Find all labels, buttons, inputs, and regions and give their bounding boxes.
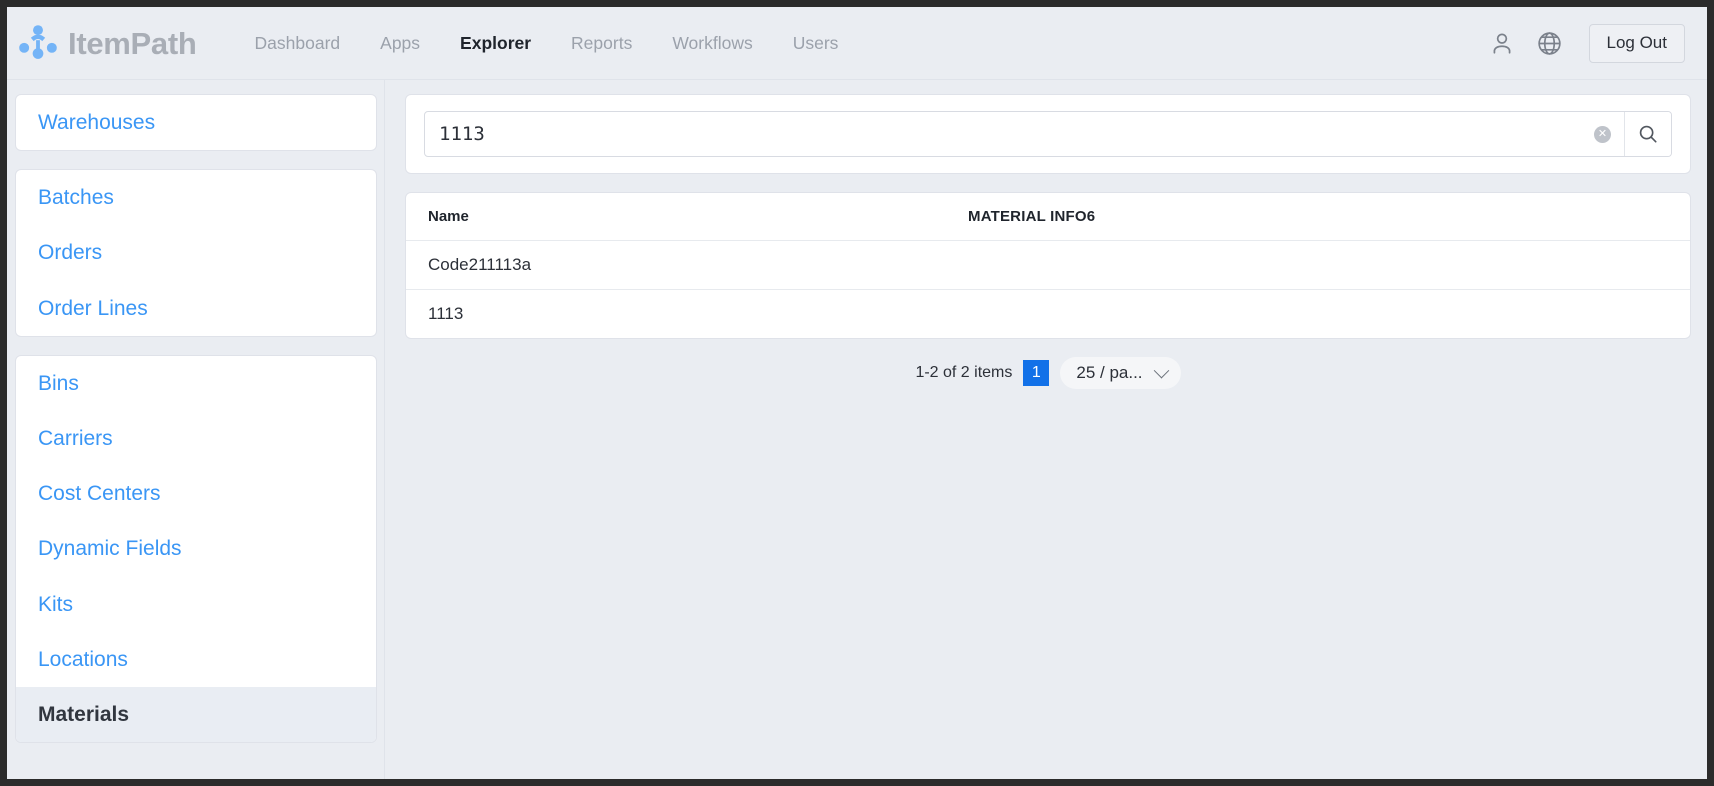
sidebar-group-entities: Bins Carriers Cost Centers Dynamic Field… bbox=[15, 354, 377, 744]
nav-item-users[interactable]: Users bbox=[773, 27, 859, 60]
sidebar-item-dynamic-fields[interactable]: Dynamic Fields bbox=[16, 521, 376, 576]
sidebar-item-order-lines[interactable]: Order Lines bbox=[16, 281, 376, 336]
nav-item-explorer[interactable]: Explorer bbox=[440, 27, 551, 60]
search-row: ✕ bbox=[424, 111, 1672, 157]
user-icon[interactable] bbox=[1487, 28, 1517, 58]
table-head: Name MATERIAL INFO6 bbox=[406, 193, 1690, 241]
app-header: ItemPath Dashboard Apps Explorer Reports… bbox=[7, 7, 1707, 80]
sidebar-item-batches[interactable]: Batches bbox=[16, 170, 376, 225]
cell-name: 1113 bbox=[428, 304, 464, 323]
brand-name: ItemPath bbox=[68, 26, 197, 61]
app-window: ItemPath Dashboard Apps Explorer Reports… bbox=[7, 7, 1707, 779]
pagination-page-1[interactable]: 1 bbox=[1023, 360, 1050, 386]
sidebar-group-orders: Batches Orders Order Lines bbox=[15, 169, 377, 337]
cell-name: Code211113a bbox=[406, 240, 946, 290]
table-row[interactable]: 1113 bbox=[406, 290, 1690, 339]
search-panel: ✕ bbox=[405, 94, 1691, 174]
table-header-row: Name MATERIAL INFO6 bbox=[406, 193, 1690, 241]
main-nav: Dashboard Apps Explorer Reports Workflow… bbox=[235, 27, 859, 60]
cell-material-info6 bbox=[946, 240, 1690, 290]
cell-material-info6 bbox=[946, 290, 1690, 339]
chevron-down-icon bbox=[1153, 362, 1169, 378]
main-content: ✕ Name MATERIAL INFO6 bbox=[385, 80, 1707, 779]
sidebar-item-cost-centers[interactable]: Cost Centers bbox=[16, 466, 376, 521]
itempath-cluster-logo-icon bbox=[19, 24, 57, 59]
sidebar-item-locations[interactable]: Locations bbox=[16, 632, 376, 687]
results-table-card: Name MATERIAL INFO6 Code211113a 1113 bbox=[405, 192, 1691, 339]
table-row[interactable]: Code211113a bbox=[406, 240, 1690, 290]
column-header-name[interactable]: Name bbox=[406, 193, 946, 241]
pagination-summary: 1-2 of 2 items bbox=[915, 364, 1013, 381]
sidebar-group-warehouses: Warehouses bbox=[15, 94, 377, 152]
page-size-select[interactable]: 25 / pa... bbox=[1060, 357, 1181, 389]
sidebar-item-orders[interactable]: Orders bbox=[16, 225, 376, 280]
sidebar-item-materials[interactable]: Materials bbox=[16, 686, 376, 743]
app-body: Warehouses Batches Orders Order Lines Bi… bbox=[7, 80, 1707, 779]
column-header-material-info6[interactable]: MATERIAL INFO6 bbox=[946, 193, 1690, 241]
pagination: 1-2 of 2 items 1 25 / pa... bbox=[405, 339, 1691, 389]
magnifier-icon bbox=[1639, 125, 1657, 143]
clear-search-button[interactable]: ✕ bbox=[1581, 112, 1625, 156]
sidebar-item-kits[interactable]: Kits bbox=[16, 577, 376, 632]
sidebar-item-carriers[interactable]: Carriers bbox=[16, 411, 376, 466]
search-input[interactable] bbox=[425, 112, 1581, 156]
globe-icon[interactable] bbox=[1535, 28, 1565, 58]
sidebar-item-warehouses[interactable]: Warehouses bbox=[16, 95, 376, 150]
results-table: Name MATERIAL INFO6 Code211113a 1113 bbox=[406, 193, 1690, 338]
nav-item-apps[interactable]: Apps bbox=[360, 27, 440, 60]
sidebar: Warehouses Batches Orders Order Lines Bi… bbox=[7, 80, 385, 779]
clear-circle-x-icon: ✕ bbox=[1594, 125, 1611, 143]
nav-item-dashboard[interactable]: Dashboard bbox=[235, 27, 361, 60]
sidebar-item-bins[interactable]: Bins bbox=[16, 356, 376, 411]
nav-item-reports[interactable]: Reports bbox=[551, 27, 652, 60]
brand[interactable]: ItemPath bbox=[17, 23, 197, 65]
logout-button[interactable]: Log Out bbox=[1588, 24, 1685, 63]
search-submit-button[interactable] bbox=[1625, 112, 1671, 156]
header-actions: Log Out bbox=[1487, 24, 1685, 63]
page-size-label: 25 / pa... bbox=[1076, 363, 1143, 382]
nav-item-workflows[interactable]: Workflows bbox=[652, 27, 772, 60]
table-body: Code211113a 1113 bbox=[406, 240, 1690, 339]
